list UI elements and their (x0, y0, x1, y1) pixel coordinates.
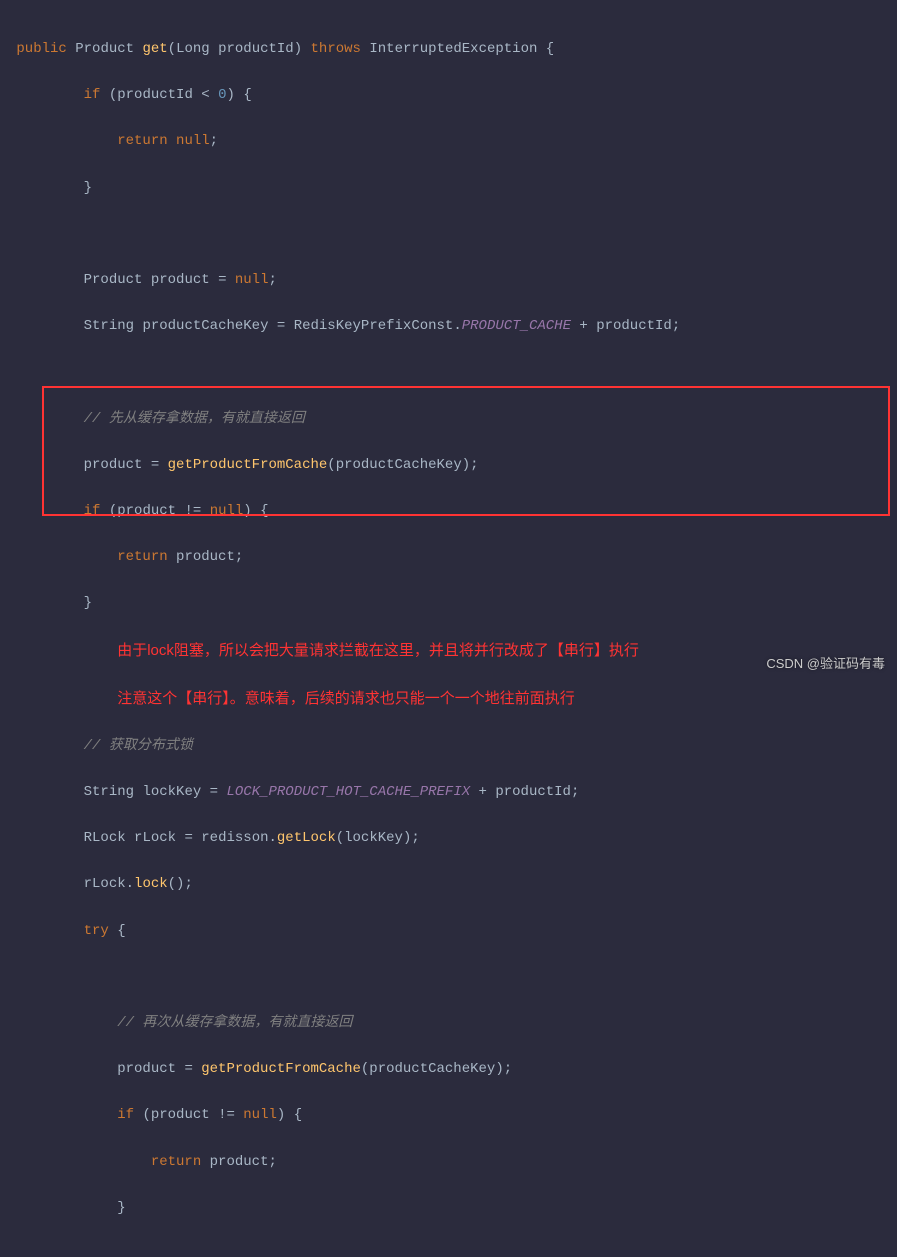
type-name: RLock (84, 830, 126, 846)
param-type: Long (176, 41, 210, 57)
variable: product (176, 549, 235, 565)
method-name: get (142, 41, 167, 57)
keyword-return: return (151, 1154, 201, 1170)
code-line: if (product != null) { (8, 1104, 889, 1127)
code-line: if (productId < 0) { (8, 84, 889, 107)
static-field: LOCK_PRODUCT_HOT_CACHE_PREFIX (226, 784, 470, 800)
argument: lockKey (344, 830, 403, 846)
code-line (8, 223, 889, 246)
number-literal: 0 (218, 87, 226, 103)
keyword-null: null (235, 272, 269, 288)
keyword-public: public (16, 41, 66, 57)
code-line: try { (8, 920, 889, 943)
variable: productCacheKey (142, 318, 268, 334)
code-line: return null; (8, 130, 889, 153)
class-ref: RedisKeyPrefixConst (294, 318, 454, 334)
code-line: String productCacheKey = RedisKeyPrefixC… (8, 315, 889, 338)
annotation-text: 注意这个【串行】。意味着，后续的请求也只能一个一个地往前面执行 (117, 690, 575, 707)
annotation-text: 由于lock阻塞，所以会把大量请求拦截在这里，并且将并行改成了【串行】执行 (117, 642, 639, 659)
type-name: String (84, 318, 134, 334)
code-line: RLock rLock = redisson.getLock(lockKey); (8, 827, 889, 850)
object-ref: redisson (201, 830, 268, 846)
variable: product (210, 1154, 269, 1170)
keyword-return: return (117, 549, 167, 565)
type-name: String (84, 784, 134, 800)
keyword-null: null (176, 133, 210, 149)
code-line (8, 361, 889, 384)
comment: // 先从缓存拿数据，有就直接返回 (84, 411, 305, 427)
code-line: rLock.lock(); (8, 873, 889, 896)
variable: productId (596, 318, 672, 334)
code-editor: public Product get(Long productId) throw… (0, 0, 897, 1257)
code-line: product = getProductFromCache(productCac… (8, 1058, 889, 1081)
variable: lockKey (142, 784, 201, 800)
annotation-line: 由于lock阻塞，所以会把大量请求拦截在这里，并且将并行改成了【串行】执行 (8, 639, 889, 664)
code-line: String lockKey = LOCK_PRODUCT_HOT_CACHE_… (8, 781, 889, 804)
code-line: // 再次从缓存拿数据，有就直接返回 (8, 1012, 889, 1035)
variable: product (151, 272, 210, 288)
method-call: getProductFromCache (201, 1061, 361, 1077)
argument: productCacheKey (336, 457, 462, 473)
code-line: } (8, 592, 889, 615)
variable: product (117, 1061, 176, 1077)
variable: product (151, 1107, 210, 1123)
annotation-line: 注意这个【串行】。意味着，后续的请求也只能一个一个地往前面执行 (8, 687, 889, 712)
keyword-if: if (84, 503, 101, 519)
watermark: CSDN @验证码有毒 (766, 653, 885, 674)
code-line: Product product = null; (8, 269, 889, 292)
keyword-if: if (84, 87, 101, 103)
method-call: getLock (277, 830, 336, 846)
keyword-return: return (117, 133, 167, 149)
code-line: } (8, 1197, 889, 1220)
keyword-null: null (243, 1107, 277, 1123)
comment: // 获取分布式锁 (84, 738, 193, 754)
code-line: } (8, 177, 889, 200)
variable: product (84, 457, 143, 473)
variable: rLock (134, 830, 176, 846)
keyword-if: if (117, 1107, 134, 1123)
comment: // 再次从缓存拿数据，有就直接返回 (117, 1015, 352, 1031)
argument: productCacheKey (369, 1061, 495, 1077)
variable: productId (495, 784, 571, 800)
code-line: if (product != null) { (8, 500, 889, 523)
keyword-throws: throws (311, 41, 361, 57)
object-ref: rLock (84, 876, 126, 892)
variable: product (117, 503, 176, 519)
type-name: Product (84, 272, 143, 288)
variable: productId (117, 87, 193, 103)
keyword-null: null (210, 503, 244, 519)
static-field: PRODUCT_CACHE (462, 318, 571, 334)
code-line: return product; (8, 546, 889, 569)
exception-type: InterruptedException (369, 41, 537, 57)
code-line: public Product get(Long productId) throw… (8, 38, 889, 61)
code-line: product = getProductFromCache(productCac… (8, 454, 889, 477)
param-name: productId (218, 41, 294, 57)
code-line: // 获取分布式锁 (8, 735, 889, 758)
method-call: lock (134, 876, 168, 892)
code-line: // 先从缓存拿数据，有就直接返回 (8, 408, 889, 431)
method-call: getProductFromCache (168, 457, 328, 473)
type-name: Product (75, 41, 134, 57)
code-line (8, 966, 889, 989)
keyword-try: try (84, 923, 109, 939)
code-line: return product; (8, 1151, 889, 1174)
